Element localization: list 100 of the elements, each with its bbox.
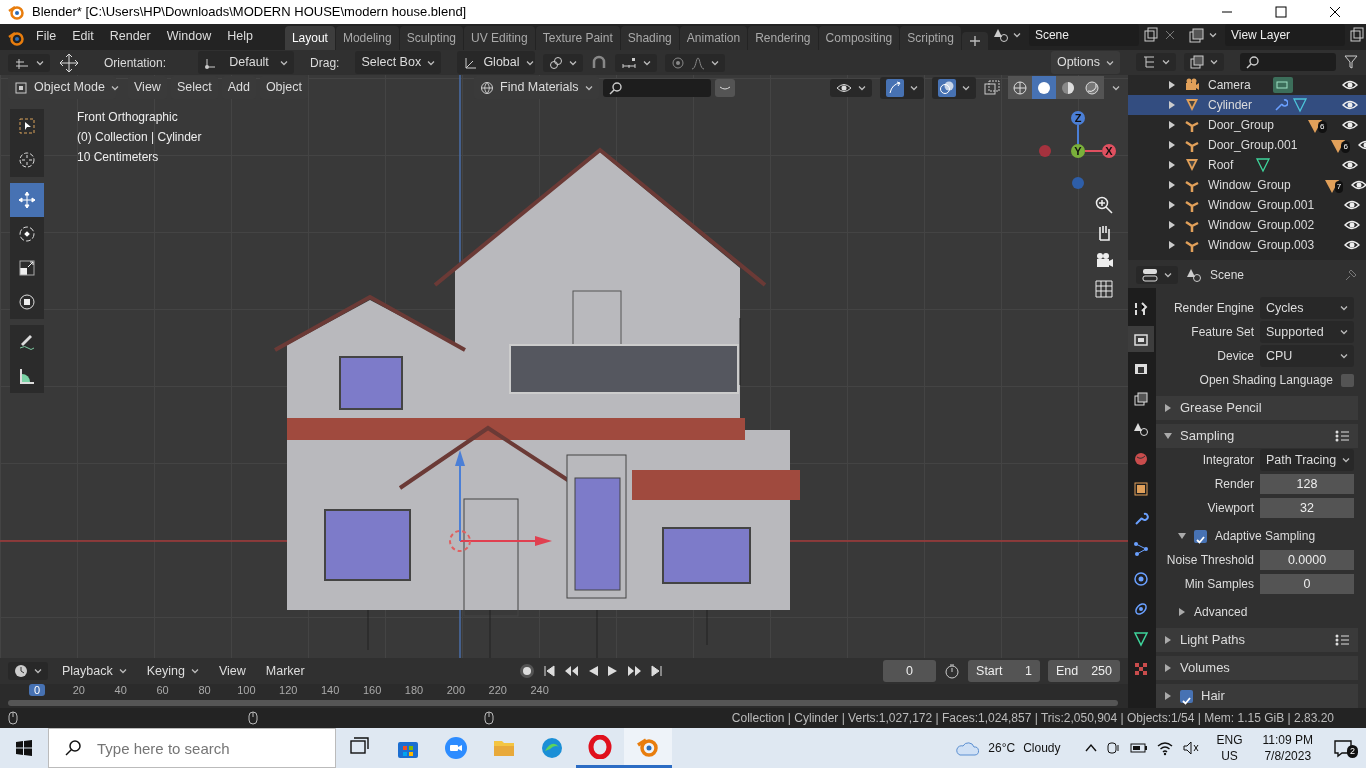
menu-item[interactable]: Edit (64, 25, 102, 50)
orientation-dropdown[interactable]: Default (198, 51, 295, 74)
outliner-row[interactable]: Window_Group.001 (1128, 194, 1366, 215)
panel-header[interactable]: Grease Pencil (1156, 396, 1358, 420)
clock[interactable]: 11:09 PM 7/8/2023 (1254, 732, 1321, 764)
property-label: Open Shading Language (1199, 372, 1333, 389)
menu-item[interactable]: Marker (259, 659, 311, 683)
current-frame-field[interactable]: 0 (882, 659, 937, 683)
context-path: Scene (1210, 267, 1245, 285)
workspace-tab[interactable]: Rendering (748, 26, 818, 50)
property-label: Integrator (1201, 452, 1255, 469)
frame-number: 120 (279, 684, 298, 696)
property-label: Min Samples (1183, 576, 1255, 593)
workspace-tab[interactable]: Texture Paint (535, 26, 620, 50)
workspace-tab[interactable]: Layout (284, 26, 335, 50)
menu-item[interactable]: Render (101, 25, 159, 50)
workspace-tab[interactable]: Scripting (900, 26, 961, 50)
object-name: Roof (1208, 156, 1234, 174)
workspace-tab[interactable]: Sculpting (399, 26, 463, 50)
property-label: Noise Threshold (1165, 552, 1255, 569)
panel-title: Grease Pencil (1180, 399, 1262, 418)
y-axis-handle[interactable]: Y (1071, 144, 1085, 158)
child-count: 7 (1334, 180, 1344, 193)
weather-text: Cloudy (1023, 740, 1061, 757)
options-dropdown[interactable]: Options (1050, 51, 1120, 74)
panel-title: Volumes (1180, 659, 1230, 678)
workspace-tab[interactable]: Compositing (818, 26, 900, 50)
object-name: Window_Group.002 (1208, 216, 1315, 234)
scene-field[interactable]: Scene (1028, 24, 1139, 46)
object-name: Cylinder (1208, 96, 1252, 114)
workspace-tab[interactable]: UV Editing (464, 26, 535, 50)
frame-number: 100 (237, 684, 256, 696)
outliner-row[interactable]: Cylinder (1128, 94, 1366, 115)
property-dropdown[interactable]: Supported (1260, 320, 1354, 344)
viewport-info-text: Front Orthographic (77, 109, 179, 126)
taskbar-search-field[interactable]: Type here to search (48, 728, 336, 768)
end-frame-field[interactable]: End 250 (1048, 659, 1120, 683)
x-axis-handle[interactable]: X (1102, 144, 1116, 158)
drag-label: Drag: (310, 54, 340, 72)
workspace-tab[interactable]: Shading (620, 26, 679, 50)
mode-dropdown[interactable]: Object Mode (8, 76, 116, 99)
subpanel-header[interactable]: Advanced (1156, 600, 1358, 624)
panel-title: Adaptive Sampling (1215, 528, 1316, 545)
object-name: Window_Group.003 (1208, 236, 1315, 254)
frame-number: 80 (198, 684, 211, 696)
object-name: Window_Group.001 (1208, 196, 1315, 214)
menu-item[interactable]: File (28, 25, 65, 50)
find-materials-dropdown[interactable]: Find Materials (474, 76, 599, 99)
subpanel-header[interactable]: Adaptive Sampling (1156, 524, 1358, 548)
menu-item[interactable]: Add (221, 76, 256, 99)
panel-header[interactable]: Hair (1156, 684, 1358, 708)
property-dropdown[interactable]: Cycles (1260, 296, 1354, 320)
frame-number: 180 (404, 684, 424, 696)
menu-item[interactable]: View (212, 659, 252, 683)
outliner-row[interactable]: Door_Group 6 (1128, 114, 1366, 135)
menu-item[interactable]: Playback (56, 659, 133, 683)
frame-number: 40 (114, 684, 127, 696)
child-count: 6 (1318, 120, 1327, 133)
z-axis-handle[interactable]: Z (1071, 111, 1085, 125)
menu-item[interactable]: Window (158, 25, 220, 50)
outliner-row[interactable]: Window_Group.002 (1128, 214, 1366, 235)
pivot-dropdown[interactable]: Global (457, 51, 536, 74)
orientation-label: Orientation: (104, 54, 167, 72)
panel-title: Light Paths (1180, 631, 1246, 650)
workspace-tab[interactable]: Modeling (335, 26, 399, 50)
menu-item[interactable]: Help (219, 25, 261, 50)
outliner-row[interactable]: Camera (1128, 74, 1366, 95)
child-count: 6 (1341, 140, 1350, 153)
number-field[interactable]: 128 (1260, 473, 1354, 495)
outliner-row[interactable]: Window_Group 7 (1128, 174, 1366, 195)
number-field[interactable]: 0.0000 (1260, 549, 1354, 571)
property-label: Render Engine (1172, 300, 1255, 317)
drag-dropdown[interactable]: Select Box (355, 51, 442, 74)
number-field[interactable]: 0 (1260, 573, 1354, 595)
panel-header[interactable]: Sampling (1156, 424, 1358, 448)
language-indicator[interactable]: ENG US (1212, 732, 1247, 764)
property-dropdown[interactable]: CPU (1260, 344, 1354, 368)
menu-item[interactable]: View (128, 76, 167, 99)
property-label: Feature Set (1190, 324, 1255, 341)
outliner-row[interactable]: Window_Group.003 (1128, 234, 1366, 255)
object-name: Door_Group.001 (1208, 136, 1298, 154)
panel-title: Advanced (1194, 604, 1248, 621)
workspace-tab[interactable]: Animation (679, 26, 748, 50)
outliner-row[interactable]: Door_Group.001 6 (1128, 134, 1366, 155)
number-field[interactable]: 32 (1260, 497, 1354, 519)
frame-number: 140 (321, 684, 340, 696)
outliner-row[interactable]: Roof (1128, 154, 1366, 175)
notifications-button[interactable]: 2 (1333, 738, 1358, 758)
property-label: Device (1216, 348, 1255, 365)
menu-item[interactable]: Keying (140, 659, 205, 683)
frame-number: 20 (72, 684, 85, 696)
property-label: Viewport (1206, 500, 1255, 517)
view-layer-field[interactable]: View Layer (1224, 24, 1345, 46)
panel-header[interactable]: Volumes (1156, 656, 1358, 680)
viewport-info-text: (0) Collection | Cylinder (77, 129, 202, 146)
start-frame-field[interactable]: Start 1 (968, 659, 1041, 683)
frame-number: 60 (156, 684, 169, 696)
panel-header[interactable]: Light Paths (1156, 628, 1358, 652)
property-dropdown[interactable]: Path Tracing (1260, 448, 1354, 472)
property-label: Render (1213, 476, 1255, 493)
